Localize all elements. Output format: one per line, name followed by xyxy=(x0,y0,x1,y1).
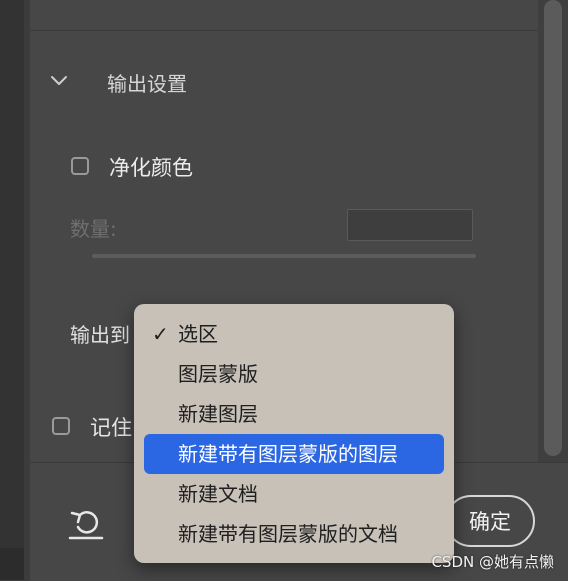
menu-item-label: 新建带有图层蒙版的图层 xyxy=(178,442,398,466)
scrollbar-thumb[interactable] xyxy=(544,0,562,456)
menu-item-label: 新建带有图层蒙版的文档 xyxy=(178,522,398,546)
amount-slider[interactable] xyxy=(92,254,476,258)
chevron-down-icon[interactable] xyxy=(48,70,70,92)
left-panel-strip-bottom xyxy=(0,548,24,580)
menu-item-new-layer[interactable]: 新建图层 xyxy=(144,394,444,434)
ok-button[interactable]: 确定 xyxy=(445,495,535,547)
menu-item-label: 新建图层 xyxy=(178,402,258,426)
decontaminate-checkbox[interactable] xyxy=(71,157,89,175)
output-to-label: 输出到 xyxy=(70,323,130,347)
output-to-dropdown-menu: ✓ 选区 图层蒙版 新建图层 新建带有图层蒙版的图层 新建文档 新建带有图层蒙版… xyxy=(134,304,454,563)
decontaminate-label[interactable]: 净化颜色 xyxy=(109,152,193,182)
section-divider xyxy=(30,30,538,31)
menu-item-label: 选区 xyxy=(178,322,218,346)
checkmark-icon: ✓ xyxy=(152,322,169,346)
menu-item-new-document[interactable]: 新建文档 xyxy=(144,474,444,514)
menu-item-new-layer-with-mask[interactable]: 新建带有图层蒙版的图层 xyxy=(144,434,444,474)
left-panel-strip xyxy=(0,0,24,580)
watermark: CSDN @她有点懒 xyxy=(431,553,554,571)
amount-label: 数量: xyxy=(70,217,117,241)
amount-input[interactable] xyxy=(347,209,473,241)
remember-checkbox[interactable] xyxy=(52,417,70,435)
reset-icon[interactable] xyxy=(66,505,106,541)
menu-item-label: 图层蒙版 xyxy=(178,362,258,386)
menu-item-layer-mask[interactable]: 图层蒙版 xyxy=(144,354,444,394)
menu-item-selection[interactable]: ✓ 选区 xyxy=(144,314,444,354)
menu-item-label: 新建文档 xyxy=(178,482,258,506)
remember-label[interactable]: 记住 xyxy=(90,412,132,442)
section-title: 输出设置 xyxy=(107,72,187,96)
menu-item-new-document-with-mask[interactable]: 新建带有图层蒙版的文档 xyxy=(144,514,444,554)
